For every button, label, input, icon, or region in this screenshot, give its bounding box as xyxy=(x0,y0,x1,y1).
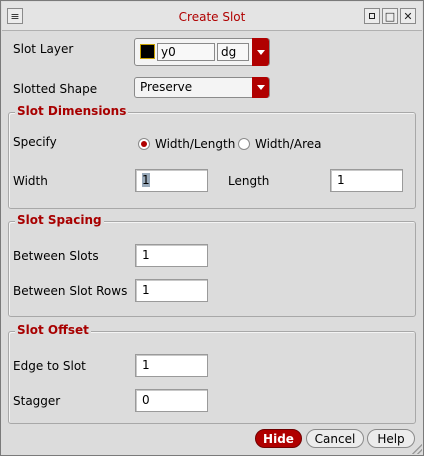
layer-purpose-box: dg xyxy=(217,43,249,61)
help-button[interactable]: Help xyxy=(367,429,415,448)
cancel-button[interactable]: Cancel xyxy=(306,429,364,448)
width-area-option-label[interactable]: Width/Area xyxy=(255,137,322,151)
length-field[interactable]: 1 xyxy=(330,169,403,192)
slot-offset-title: Slot Offset xyxy=(15,323,91,337)
slot-spacing-title: Slot Spacing xyxy=(15,213,104,227)
edge-to-slot-label: Edge to Slot xyxy=(13,359,86,373)
stagger-field[interactable]: 0 xyxy=(135,389,208,412)
width-length-option-label[interactable]: Width/Length xyxy=(155,137,235,151)
slotted-shape-label: Slotted Shape xyxy=(13,82,98,96)
layer-name-box: y0 xyxy=(157,43,215,61)
width-field[interactable]: 1 xyxy=(135,169,208,192)
length-value: 1 xyxy=(337,173,345,187)
slot-dimensions-title: Slot Dimensions xyxy=(15,104,129,118)
between-slots-value: 1 xyxy=(142,248,150,262)
layer-purpose: dg xyxy=(221,45,237,59)
width-area-radio[interactable] xyxy=(238,138,250,150)
edge-to-slot-field[interactable]: 1 xyxy=(135,354,208,377)
slotted-shape-value: Preserve xyxy=(140,80,193,94)
slot-layer-label: Slot Layer xyxy=(13,42,74,56)
restore-icon xyxy=(369,13,375,19)
width-length-radio[interactable] xyxy=(138,138,150,150)
title-bar[interactable]: ≡ Create Slot □ ✕ xyxy=(2,2,422,31)
window-title: Create Slot xyxy=(178,10,246,24)
slot-dimensions-group xyxy=(8,112,416,209)
minimize-icon: □ xyxy=(384,9,396,23)
resize-grip-icon[interactable] xyxy=(412,444,422,454)
window-restore-button[interactable] xyxy=(364,8,380,24)
between-slots-label: Between Slots xyxy=(13,249,99,263)
between-slots-field[interactable]: 1 xyxy=(135,244,208,267)
edge-to-slot-value: 1 xyxy=(142,358,150,372)
between-slot-rows-field[interactable]: 1 xyxy=(135,279,208,302)
slot-layer-select[interactable]: y0 dg xyxy=(134,38,270,66)
slot-offset-group xyxy=(8,331,416,424)
layer-name: y0 xyxy=(161,45,176,59)
specify-label: Specify xyxy=(13,135,57,149)
window-close-button[interactable]: ✕ xyxy=(400,8,416,24)
between-slot-rows-value: 1 xyxy=(142,283,150,297)
chevron-down-icon[interactable] xyxy=(252,77,269,98)
close-icon: ✕ xyxy=(403,9,413,23)
width-label: Width xyxy=(13,174,48,188)
slot-layer-dropdown-arrow-icon[interactable] xyxy=(252,38,269,66)
stagger-value: 0 xyxy=(142,393,150,407)
hide-button[interactable]: Hide xyxy=(255,429,302,448)
layer-color-swatch xyxy=(140,44,155,59)
between-slot-rows-label: Between Slot Rows xyxy=(13,284,128,298)
length-label: Length xyxy=(228,174,270,188)
stagger-label: Stagger xyxy=(13,394,61,408)
create-slot-dialog: ≡ Create Slot □ ✕ Slot Layer y0 dg Slott… xyxy=(0,0,424,456)
window-minimize-button[interactable]: □ xyxy=(382,8,398,24)
slot-spacing-group xyxy=(8,221,416,317)
width-value: 1 xyxy=(142,173,150,187)
slotted-shape-select[interactable]: Preserve xyxy=(134,77,270,98)
